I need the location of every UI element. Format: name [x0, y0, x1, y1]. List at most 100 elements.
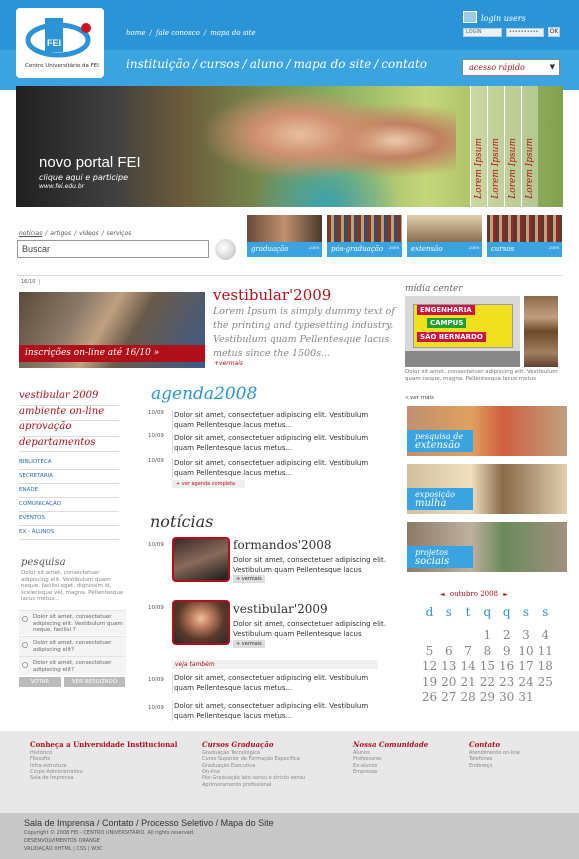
- thumb-cursos[interactable]: cursos 2008: [487, 215, 562, 257]
- search-input[interactable]: Buscar: [17, 240, 209, 258]
- calendar-day[interactable]: 19: [420, 675, 439, 689]
- poll-option[interactable]: Dolor sit amet, consectetuer adipiscing …: [19, 656, 126, 675]
- login-field[interactable]: LOGIN: [463, 28, 502, 37]
- calendar-day[interactable]: 26: [420, 690, 439, 704]
- subnav-news[interactable]: notícias: [19, 230, 42, 237]
- calendar-day[interactable]: 16: [497, 659, 516, 673]
- sidebox-extensao[interactable]: pesquisa de extensão: [407, 406, 567, 456]
- agenda-item[interactable]: Dolor sit amet, consectetuer adipiscing …: [172, 458, 384, 478]
- hero-tab[interactable]: Lorem Ipsum: [521, 86, 538, 207]
- calendar-day[interactable]: 2: [497, 628, 516, 642]
- media-controls[interactable]: [405, 351, 520, 367]
- subnav-services[interactable]: serviços: [107, 230, 132, 237]
- news-item-title[interactable]: vestibular'2009: [233, 602, 328, 616]
- password-field[interactable]: ••••••••••: [506, 28, 544, 37]
- agenda-item[interactable]: Dolor sit amet, consectetuer adipiscing …: [172, 410, 384, 430]
- menu-departamentos[interactable]: departamentos: [19, 437, 119, 452]
- calendar-day[interactable]: 25: [536, 675, 555, 689]
- footer-link[interactable]: Sala de Imprensa: [30, 775, 74, 781]
- calendar-day[interactable]: 8: [478, 644, 497, 658]
- calendar-next-icon[interactable]: ►: [503, 591, 508, 598]
- news-image[interactable]: [172, 537, 230, 582]
- menu-biblioteca[interactable]: BIBLIOTECA: [19, 456, 119, 470]
- footer-link[interactable]: Empresas: [353, 769, 378, 775]
- calendar-day[interactable]: 17: [517, 659, 536, 673]
- menu-ex-alunos[interactable]: EX - ALUNOS: [19, 526, 119, 540]
- news-more-link[interactable]: + vermais: [233, 640, 265, 648]
- calendar-day[interactable]: 12: [420, 659, 439, 673]
- calendar-day[interactable]: 20: [439, 675, 458, 689]
- thumb-graduacao[interactable]: graduação 2008: [247, 215, 322, 257]
- feature-cta[interactable]: inscrições on-line até 16/10 »: [19, 345, 205, 362]
- sidebox-exposicao[interactable]: exposição mulha: [407, 464, 567, 514]
- calendar-day[interactable]: 14: [459, 659, 478, 673]
- quick-access-select[interactable]: acesso rápido ▼: [462, 59, 560, 76]
- validation-links[interactable]: VALIDAÇÃO XHTML | CSS | W3C: [24, 846, 103, 852]
- calendar-day[interactable]: 6: [439, 644, 458, 658]
- news-extra-item[interactable]: Dolor sit amet, consectetuer adipiscing …: [172, 673, 384, 693]
- calendar-day[interactable]: 11: [536, 644, 555, 658]
- menu-vestibular[interactable]: vestibular 2009: [19, 390, 119, 406]
- poll-option[interactable]: Dolor sit amet, consectetuer adipiscing …: [19, 636, 126, 656]
- results-button[interactable]: VER RESULTADO: [64, 677, 125, 687]
- main-nav-student[interactable]: aluno: [250, 57, 284, 71]
- subnav-articles[interactable]: artigos: [50, 230, 71, 237]
- footer-link[interactable]: Endereço: [469, 763, 492, 769]
- footer-column-title[interactable]: Nossa Comunidade: [353, 740, 428, 749]
- calendar-day[interactable]: 29: [478, 690, 497, 704]
- media-more-link[interactable]: » ver mais: [405, 395, 434, 401]
- hero-tab[interactable]: Lorem Ipsum: [504, 86, 521, 207]
- calendar-day[interactable]: 1: [478, 628, 497, 642]
- news-item-title[interactable]: formandos'2008: [233, 538, 332, 552]
- news-image[interactable]: [172, 600, 230, 645]
- fei-logo[interactable]: FEI Centro Universitário da FEI: [16, 8, 104, 78]
- footer-column-title[interactable]: Cursos Graduação: [202, 740, 274, 749]
- calendar-prev-icon[interactable]: ◄: [440, 591, 445, 598]
- agenda-full-link[interactable]: + ver agenda completa: [172, 480, 245, 488]
- main-nav-contact[interactable]: contato: [381, 57, 427, 71]
- media-side-thumb[interactable]: [524, 296, 558, 367]
- vote-button[interactable]: VOTAR: [19, 677, 61, 687]
- calendar-day[interactable]: 3: [517, 628, 536, 642]
- menu-eventos[interactable]: EVENTOS: [19, 512, 119, 526]
- feature-more-link[interactable]: +vermais: [214, 360, 243, 367]
- calendar-day[interactable]: 22: [478, 675, 497, 689]
- login-ok-button[interactable]: OK: [548, 27, 560, 37]
- radio-icon[interactable]: [22, 662, 28, 668]
- calendar-day[interactable]: 30: [497, 690, 516, 704]
- radio-icon[interactable]: [22, 616, 28, 622]
- footer-link[interactable]: Aprimoramento profissional: [202, 782, 271, 788]
- footer-nav[interactable]: Sala de Imprensa / Contato / Processo Se…: [24, 818, 274, 828]
- news-more-link[interactable]: + vermais: [233, 575, 265, 583]
- calendar-day[interactable]: 27: [439, 690, 458, 704]
- calendar-day[interactable]: 13: [439, 659, 458, 673]
- menu-aprovacao[interactable]: aprovação: [19, 421, 119, 437]
- calendar-day[interactable]: 28: [459, 690, 478, 704]
- menu-enade[interactable]: ENADE: [19, 484, 119, 498]
- hero-banner[interactable]: novo portal FEI clique aqui e participe …: [16, 86, 563, 207]
- top-nav-home[interactable]: home: [126, 29, 146, 37]
- hero-tab[interactable]: Lorem Ipsum: [487, 86, 504, 207]
- calendar-day[interactable]: 18: [536, 659, 555, 673]
- calendar-day[interactable]: 10: [517, 644, 536, 658]
- calendar-day[interactable]: 31: [517, 690, 536, 704]
- subnav-videos[interactable]: vídeos: [79, 230, 99, 237]
- calendar-day[interactable]: 4: [536, 628, 555, 642]
- menu-secretaria[interactable]: SECRETARIA: [19, 470, 119, 484]
- main-nav-courses[interactable]: cursos: [200, 57, 240, 71]
- thumb-extensao[interactable]: extensão 2008: [407, 215, 482, 257]
- poll-option[interactable]: Dolor sit amet, consectetuer adipiscing …: [19, 610, 126, 635]
- menu-ambiente[interactable]: ambiente on-line: [19, 406, 119, 421]
- top-nav-contact[interactable]: fale conosco: [156, 29, 200, 37]
- agenda-item[interactable]: Dolor sit amet, consectetuer adipiscing …: [172, 433, 384, 453]
- main-nav-institution[interactable]: instituição: [126, 57, 190, 71]
- calendar-day[interactable]: 21: [459, 675, 478, 689]
- sidebox-projetos[interactable]: projetos sociais: [407, 522, 567, 572]
- calendar-day[interactable]: 24: [517, 675, 536, 689]
- media-player[interactable]: ENGENHARIA CAMPUS SÃO BERNARDO: [405, 296, 520, 367]
- footer-column-title[interactable]: Contato: [469, 740, 500, 749]
- calendar-day[interactable]: 5: [420, 644, 439, 658]
- main-nav-sitemap[interactable]: mapa do site: [293, 57, 371, 71]
- calendar-day[interactable]: 7: [459, 644, 478, 658]
- menu-comunicacao[interactable]: COMUNICAÇÃO: [19, 498, 119, 512]
